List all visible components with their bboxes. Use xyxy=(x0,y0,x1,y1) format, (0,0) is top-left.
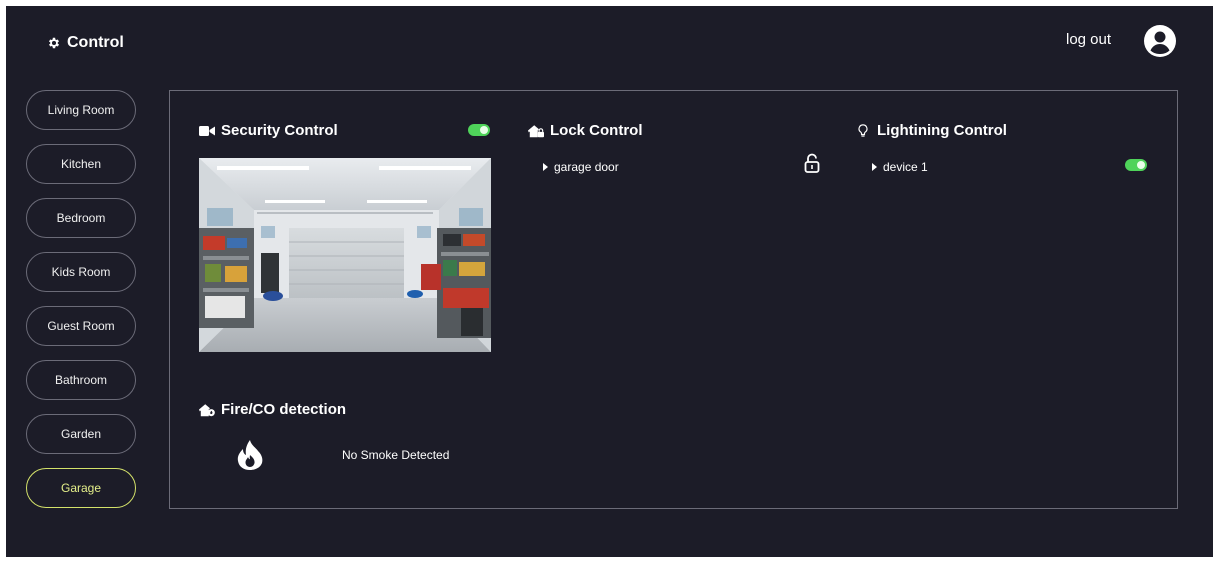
lock-control-title: Lock Control xyxy=(528,122,643,139)
app-window: Control log out Living Room Kitchen Bedr… xyxy=(6,6,1213,557)
sidebar-item-label: Garden xyxy=(60,427,102,441)
sidebar-item-kitchen[interactable]: Kitchen xyxy=(26,144,136,184)
sidebar-item-kids-room[interactable]: Kids Room xyxy=(26,252,136,292)
sidebar-item-garden[interactable]: Garden xyxy=(26,414,136,454)
sidebar-item-label: Bedroom xyxy=(56,211,106,225)
house-fire-icon xyxy=(199,403,215,416)
garage-camera-image xyxy=(199,158,491,352)
sidebar-item-living-room[interactable]: Living Room xyxy=(26,90,136,130)
sidebar-item-label: Bathroom xyxy=(54,373,108,387)
security-control-title: Security Control xyxy=(199,122,338,139)
lighting-control-title: Lightining Control xyxy=(855,122,1007,139)
smoke-status-text: No Smoke Detected xyxy=(342,448,450,462)
sidebar-item-label: Garage xyxy=(60,481,102,495)
security-control-label: Security Control xyxy=(221,122,338,139)
padlock-icon[interactable] xyxy=(804,153,820,173)
lighting-device-label: device 1 xyxy=(883,160,928,174)
lightbulb-icon xyxy=(858,123,868,137)
lighting-device-1-toggle[interactable] xyxy=(1125,159,1147,171)
sidebar-item-bathroom[interactable]: Bathroom xyxy=(26,360,136,400)
fire-detection-label: Fire/CO detection xyxy=(221,401,347,418)
lock-device-garage-door[interactable]: garage door xyxy=(543,160,619,174)
sidebar-item-label: Living Room xyxy=(47,103,115,117)
toggle-knob xyxy=(480,126,488,134)
lock-control-label: Lock Control xyxy=(550,122,643,139)
flame-icon xyxy=(237,440,263,470)
sidebar-item-label: Kitchen xyxy=(60,157,102,171)
sidebar-item-bedroom[interactable]: Bedroom xyxy=(26,198,136,238)
caret-right-icon xyxy=(543,163,548,171)
toggle-knob xyxy=(1137,161,1145,169)
sidebar-item-label: Guest Room xyxy=(47,319,115,333)
user-avatar-icon[interactable] xyxy=(1144,25,1176,57)
house-lock-icon xyxy=(528,124,544,137)
logout-link[interactable]: log out xyxy=(1066,31,1111,48)
security-toggle[interactable] xyxy=(468,124,490,136)
brand-label: Control xyxy=(67,34,124,51)
sidebar-item-label: Kids Room xyxy=(51,265,111,279)
gear-icon xyxy=(48,37,60,49)
brand: Control xyxy=(47,34,124,52)
caret-right-icon xyxy=(872,163,877,171)
sidebar-item-garage[interactable]: Garage xyxy=(26,468,136,508)
lighting-device-1[interactable]: device 1 xyxy=(872,160,928,174)
lock-device-label: garage door xyxy=(554,160,619,174)
video-camera-icon xyxy=(199,125,215,136)
fire-detection-title: Fire/CO detection xyxy=(199,401,346,418)
lighting-control-label: Lightining Control xyxy=(877,122,1007,139)
sidebar-item-guest-room[interactable]: Guest Room xyxy=(26,306,136,346)
security-camera-feed xyxy=(199,158,491,352)
